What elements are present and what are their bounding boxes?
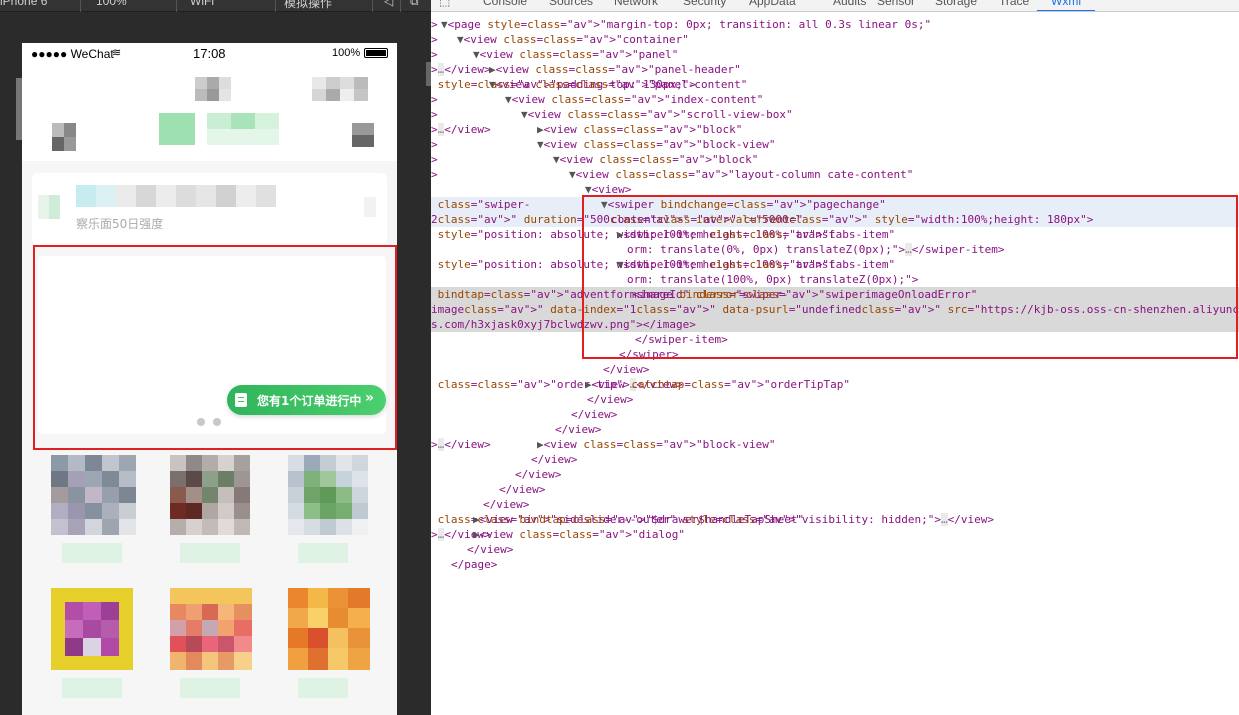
tab-storage[interactable]: Storage: [935, 0, 977, 8]
tab-sensor[interactable]: Sensor: [877, 0, 915, 8]
simulator-panel: iPhone 6 100% WiFi 模拟操作 ◁ ⧉ ●●●●● WeChat…: [0, 0, 431, 715]
active-tab-indicator: [1037, 10, 1095, 11]
banner-highlight-box: [33, 245, 397, 450]
tab-appdata[interactable]: AppData: [749, 0, 796, 8]
volume-icon[interactable]: ◁: [384, 0, 393, 11]
product-thumb[interactable]: [288, 588, 370, 670]
collapse-triangle-icon: ▶: [585, 378, 592, 391]
wxml-node-line[interactable]: ▼<view class=class="av">"container" >: [431, 32, 689, 47]
battery-icon: [364, 48, 388, 58]
window-icon[interactable]: ⧉: [410, 0, 419, 11]
device-select[interactable]: iPhone 6: [0, 0, 47, 11]
expand-triangle-icon: ▼: [569, 168, 576, 181]
wxml-node-line[interactable]: ▼<page style=class="av">"margin-top: 0px…: [431, 17, 931, 32]
expand-triangle-icon: ▼: [441, 18, 448, 31]
wxml-node-line[interactable]: ▼<view class=class="av">"block" >: [431, 152, 758, 167]
collapse-triangle-icon: ▶: [537, 123, 544, 136]
product-thumb[interactable]: [288, 455, 368, 535]
wxml-node-line[interactable]: ▶<view catchtap=class="av">"orderTipTap"…: [431, 377, 850, 392]
wxml-node-line[interactable]: ▶<view class=class="av">"dialog" >…</view…: [431, 527, 685, 542]
simulate-action-select[interactable]: 模拟操作: [284, 0, 332, 11]
product-name-blur: [62, 543, 122, 563]
wxml-node-line[interactable]: ▶<view bindtap=class="av">"$drawer$handl…: [431, 512, 994, 527]
screen: iPhone 6 100% WiFi 模拟操作 ◁ ⧉ ●●●●● WeChat…: [0, 0, 1239, 715]
product-name-blur: [298, 678, 348, 698]
status-bar: ●●●●● WeChat ≋ 17:08 100%: [22, 43, 397, 65]
brand-logo: [159, 113, 279, 145]
zoom-select[interactable]: 100%: [96, 0, 127, 11]
expand-triangle-icon: ▼: [537, 138, 544, 151]
swiper-node-highlight-box: [582, 195, 1238, 359]
product-thumb[interactable]: [51, 588, 133, 670]
battery-label: 100%: [332, 47, 361, 59]
tab-security[interactable]: Security: [683, 0, 726, 8]
expand-triangle-icon: ▼: [489, 78, 496, 91]
notice-arrow-blur: [364, 197, 376, 217]
time-label: 17:08: [193, 46, 226, 61]
product-name-blur: [298, 543, 348, 563]
product-thumb[interactable]: [170, 588, 252, 670]
tab-sources[interactable]: Sources: [549, 0, 593, 8]
network-select[interactable]: WiFi: [190, 0, 214, 11]
product-name-blur: [62, 678, 122, 698]
wxml-node-line[interactable]: ▶<view class=class="av">"block" >…</view>: [431, 122, 742, 137]
expand-triangle-icon: ▼: [521, 108, 528, 121]
page-header: [22, 65, 397, 161]
wxml-node-line[interactable]: ▼<view class=class="av">"scroll-view-box…: [431, 107, 793, 122]
wxml-node-line[interactable]: ▶<view class=class="av">"panel-header" >……: [431, 62, 741, 77]
collapse-triangle-icon: ▶: [537, 438, 544, 451]
tab-trace[interactable]: Trace: [999, 0, 1029, 8]
notice-card[interactable]: 察乐面50日强度: [32, 173, 387, 245]
wxml-node-line[interactable]: ▼<view class=class="av">"block-view" >: [431, 137, 775, 152]
wxml-node-line[interactable]: ▼<view class=class="av">"index-content" >: [431, 92, 763, 107]
tab-wxml[interactable]: Wxml: [1051, 0, 1081, 8]
header-right-blur: [312, 77, 368, 101]
cart-icon[interactable]: [352, 123, 374, 147]
wxml-node-line[interactable]: ▼<view class=class="av">"panel-content" …: [431, 77, 748, 92]
product-thumb[interactable]: [170, 455, 250, 535]
product-name-blur: [180, 678, 240, 698]
devtools-tab-bar: ⬚ Console Sources Network Security AppDa…: [431, 0, 1239, 12]
expand-triangle-icon: ▼: [457, 33, 464, 46]
collapse-triangle-icon: ▶: [489, 63, 496, 76]
location-icon[interactable]: [52, 123, 76, 151]
tab-network[interactable]: Network: [614, 0, 658, 8]
devtools-panel: ⬚ Console Sources Network Security AppDa…: [431, 0, 1239, 715]
carrier-label: ●●●●● WeChat: [31, 47, 114, 61]
collapse-triangle-icon: ▶: [473, 528, 480, 541]
wxml-node-line[interactable]: ▼<view class=class="av">"layout-column c…: [431, 167, 913, 182]
notice-title-blur: [76, 185, 276, 207]
wxml-node-line[interactable]: ▶<view class=class="av">"block-view" >…</…: [431, 437, 775, 452]
tab-audits[interactable]: Audits: [833, 0, 866, 8]
wxml-tree: ▼<page style=class="av">"margin-top: 0px…: [431, 17, 1239, 571]
expand-triangle-icon: ▼: [505, 93, 512, 106]
notice-icon: [38, 195, 60, 219]
wifi-icon: ≋: [112, 47, 122, 59]
simulator-toolbar: iPhone 6 100% WiFi 模拟操作 ◁ ⧉: [0, 0, 431, 12]
notice-subtitle: 察乐面50日强度: [76, 217, 164, 231]
header-title-blur: [195, 77, 231, 101]
inspect-icon[interactable]: ⬚: [439, 0, 450, 8]
expand-triangle-icon: ▼: [473, 48, 480, 61]
product-thumb[interactable]: [51, 455, 136, 535]
product-name-blur: [180, 543, 240, 563]
expand-triangle-icon: ▼: [553, 153, 560, 166]
tab-console[interactable]: Console: [483, 0, 527, 8]
collapse-triangle-icon: ▶: [473, 513, 480, 526]
wxml-node-line[interactable]: ▼<view class=class="av">"panel" >: [431, 47, 678, 62]
